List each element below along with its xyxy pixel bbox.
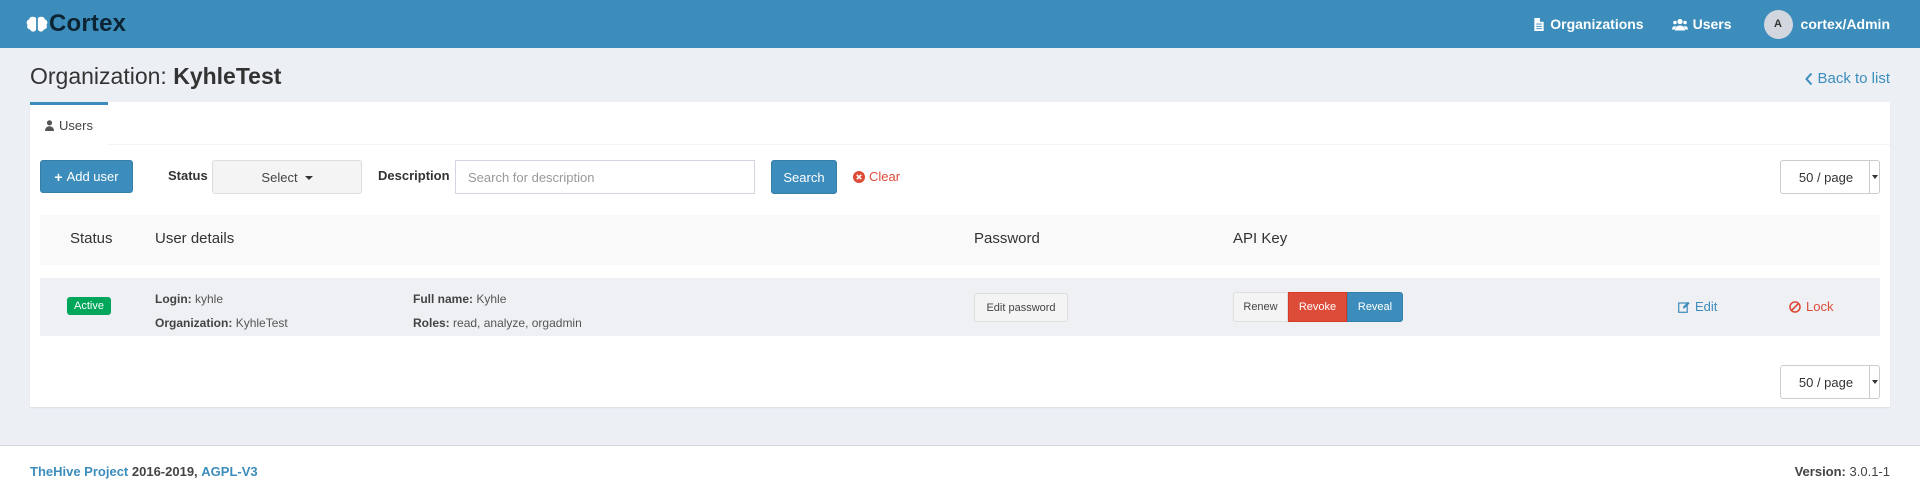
tab-users-label: Users bbox=[59, 117, 93, 133]
ban-icon bbox=[1789, 300, 1801, 313]
page-size-select-top[interactable]: 50 / page bbox=[1780, 160, 1880, 194]
user-details-left: Login: kyhle Organization: KyhleTest bbox=[155, 287, 288, 335]
edit-password-button[interactable]: Edit password bbox=[974, 293, 1068, 322]
organization-name: KyhleTest bbox=[173, 63, 282, 89]
times-circle-icon bbox=[853, 170, 865, 183]
lock-label: Lock bbox=[1806, 299, 1834, 314]
user-icon bbox=[45, 119, 54, 131]
clear-filter-link[interactable]: Clear bbox=[853, 169, 900, 184]
status-select-value: Select bbox=[261, 169, 298, 185]
add-user-button[interactable]: + Add user bbox=[40, 160, 133, 193]
page-size-value: 50 / page bbox=[1798, 169, 1854, 185]
column-status: Status bbox=[70, 230, 113, 247]
login-label: Login: bbox=[155, 292, 192, 306]
brand-name: Cortex bbox=[49, 10, 127, 37]
brand-logo[interactable]: Cortex bbox=[26, 10, 126, 38]
caret-down-icon bbox=[1869, 366, 1879, 398]
caret-down-icon bbox=[1869, 161, 1879, 193]
users-table-header: Status User details Password API Key bbox=[40, 215, 1880, 265]
brain-icon bbox=[26, 16, 48, 32]
status-filter-label: Status bbox=[168, 168, 208, 183]
column-user-details: User details bbox=[155, 230, 235, 247]
edit-icon bbox=[1678, 301, 1690, 313]
column-api-key: API Key bbox=[1233, 230, 1288, 247]
back-to-list-link[interactable]: Back to list bbox=[1805, 70, 1890, 87]
user-details-right: Full name: Kyhle Roles: read, analyze, o… bbox=[413, 287, 582, 335]
reveal-api-key-button[interactable]: Reveal bbox=[1347, 292, 1403, 322]
thehive-project-link[interactable]: TheHive Project bbox=[30, 464, 128, 479]
top-navbar: Cortex Organizations Users A cortex/Admi… bbox=[0, 0, 1920, 48]
edit-label: Edit bbox=[1695, 299, 1718, 314]
chevron-left-icon bbox=[1805, 72, 1813, 85]
version-label: Version: bbox=[1794, 463, 1846, 479]
footer: TheHive Project 2016-2019, AGPL-V3 Versi… bbox=[0, 445, 1920, 496]
user-label: cortex/Admin bbox=[1800, 16, 1890, 32]
plus-icon: + bbox=[54, 168, 63, 185]
clear-label: Clear bbox=[869, 169, 901, 184]
status-badge: Active bbox=[67, 297, 111, 315]
roles-value: read, analyze, orgadmin bbox=[453, 316, 582, 330]
user-menu[interactable]: A cortex/Admin bbox=[1763, 9, 1890, 39]
api-key-actions: Renew Revoke Reveal bbox=[1233, 292, 1403, 322]
avatar: A bbox=[1763, 9, 1793, 39]
tab-users[interactable]: Users bbox=[30, 102, 108, 145]
license-link[interactable]: AGPL-V3 bbox=[201, 464, 257, 479]
roles-label: Roles: bbox=[413, 316, 450, 330]
nav-users[interactable]: Users bbox=[1671, 16, 1732, 32]
organization-label: Organization: bbox=[155, 316, 233, 330]
tab-bar: Users bbox=[30, 102, 1890, 145]
page-size-select-bottom[interactable]: 50 / page bbox=[1780, 365, 1880, 399]
nav-organizations[interactable]: Organizations bbox=[1533, 16, 1644, 32]
login-value: kyhle bbox=[195, 292, 224, 306]
organization-value: KyhleTest bbox=[235, 316, 288, 330]
content-header: Organization: KyhleTest Back to list bbox=[0, 48, 1920, 102]
add-user-label: Add user bbox=[66, 169, 119, 184]
footer-years: 2016-2019, bbox=[131, 463, 198, 479]
nav-organizations-label: Organizations bbox=[1550, 16, 1644, 32]
lock-user-link[interactable]: Lock bbox=[1789, 299, 1833, 314]
description-search-input[interactable] bbox=[455, 160, 755, 194]
description-filter-label: Description bbox=[378, 168, 450, 183]
table-row: Active Login: kyhle Organization: KyhleT… bbox=[40, 278, 1880, 336]
search-button[interactable]: Search bbox=[771, 160, 837, 194]
status-select[interactable]: Select bbox=[212, 160, 362, 194]
users-panel: Users + Add user Status Select Descripti… bbox=[30, 102, 1890, 407]
fullname-value: Kyhle bbox=[476, 292, 507, 306]
revoke-api-key-button[interactable]: Revoke bbox=[1288, 292, 1347, 322]
page-size-value: 50 / page bbox=[1798, 374, 1854, 390]
page-title-prefix: Organization: bbox=[30, 63, 167, 89]
page-title: Organization: KyhleTest bbox=[30, 63, 1890, 90]
navbar-menu: Organizations Users A cortex/Admin bbox=[1533, 9, 1890, 39]
caret-down-icon bbox=[304, 176, 313, 180]
column-password: Password bbox=[974, 230, 1040, 247]
nav-users-label: Users bbox=[1692, 16, 1732, 32]
filter-toolbar: + Add user Status Select Description Sea… bbox=[30, 145, 1890, 215]
version-value: 3.0.1-1 bbox=[1849, 463, 1890, 479]
renew-api-key-button[interactable]: Renew bbox=[1233, 292, 1288, 322]
footer-copyright: TheHive Project 2016-2019, AGPL-V3 bbox=[30, 464, 258, 479]
users-icon bbox=[1671, 18, 1688, 30]
fullname-label: Full name: bbox=[413, 292, 474, 306]
file-icon bbox=[1534, 17, 1544, 31]
edit-user-link[interactable]: Edit bbox=[1678, 299, 1717, 314]
footer-version: Version: 3.0.1-1 bbox=[1795, 464, 1890, 479]
back-to-list-label: Back to list bbox=[1817, 70, 1890, 87]
